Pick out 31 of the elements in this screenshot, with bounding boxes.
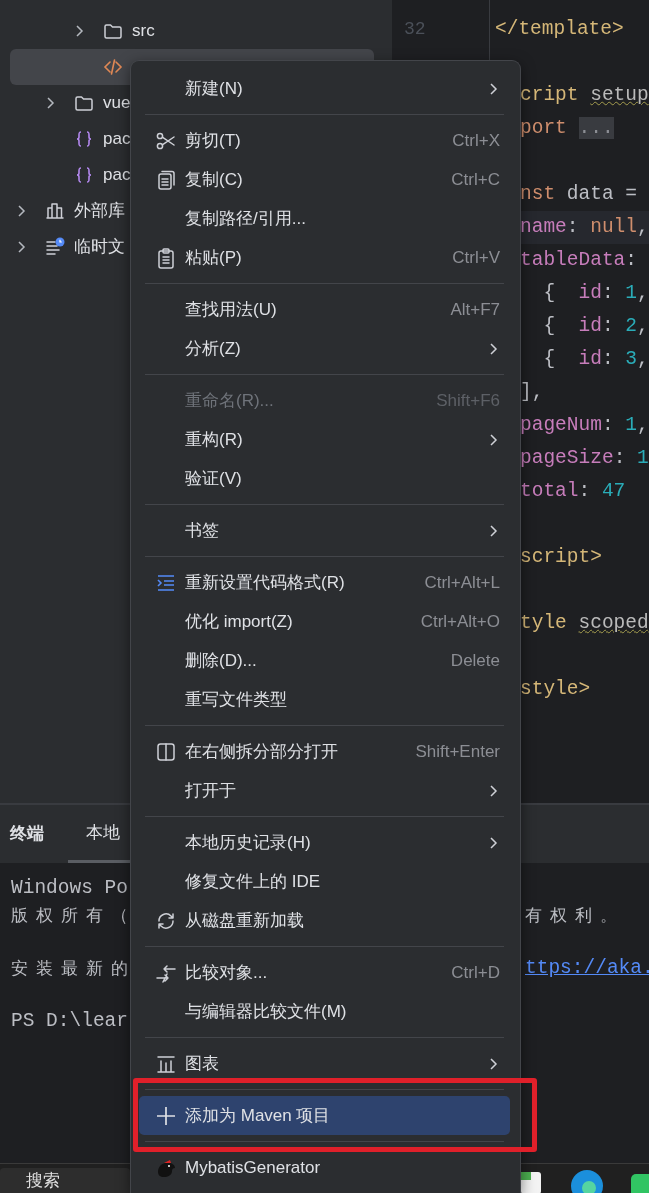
code-line: pageNum: 1,	[520, 414, 649, 436]
shortcut-text: Delete	[450, 649, 500, 672]
terminal-text: PS D:\lear	[11, 1010, 129, 1032]
panel-title: 终端	[10, 823, 44, 846]
code-line: style>	[520, 678, 591, 700]
current-code-line: name: null,	[520, 216, 649, 238]
shortcut-text: Ctrl+Alt+L	[424, 571, 500, 594]
code-line: port ...	[520, 117, 614, 139]
code-line: tyle scoped	[520, 612, 649, 634]
terminal-text: Windows Po	[11, 877, 129, 899]
code-line: ],	[520, 381, 544, 403]
shortcut-text: Ctrl+Alt+O	[420, 610, 500, 633]
code-line: script>	[520, 546, 602, 568]
shortcut-text: Shift+Enter	[415, 740, 500, 763]
shortcut-text: Ctrl+D	[451, 961, 500, 984]
code-line: { id: 2,	[542, 315, 649, 337]
terminal-text: 有权利。	[525, 904, 625, 927]
code-line: cript setup	[520, 84, 649, 106]
shortcut-text: Alt+F7	[450, 298, 500, 321]
terminal-text: 安装最新的	[11, 958, 136, 978]
code-line: tableData:	[520, 249, 638, 271]
code-line: </template>	[495, 18, 624, 40]
code-line: { id: 1,	[542, 282, 649, 304]
shortcut-text: Ctrl+X	[452, 129, 500, 152]
shortcut-text: Ctrl+V	[452, 246, 500, 269]
code-line: { id: 3,	[542, 348, 649, 370]
terminal-text: 版权所有（	[11, 905, 136, 925]
code-line: total: 47	[520, 480, 626, 502]
shortcut-text: Ctrl+C	[451, 168, 500, 191]
code-line: nst data =	[520, 183, 638, 205]
code-line: pageSize: 1	[520, 447, 649, 469]
